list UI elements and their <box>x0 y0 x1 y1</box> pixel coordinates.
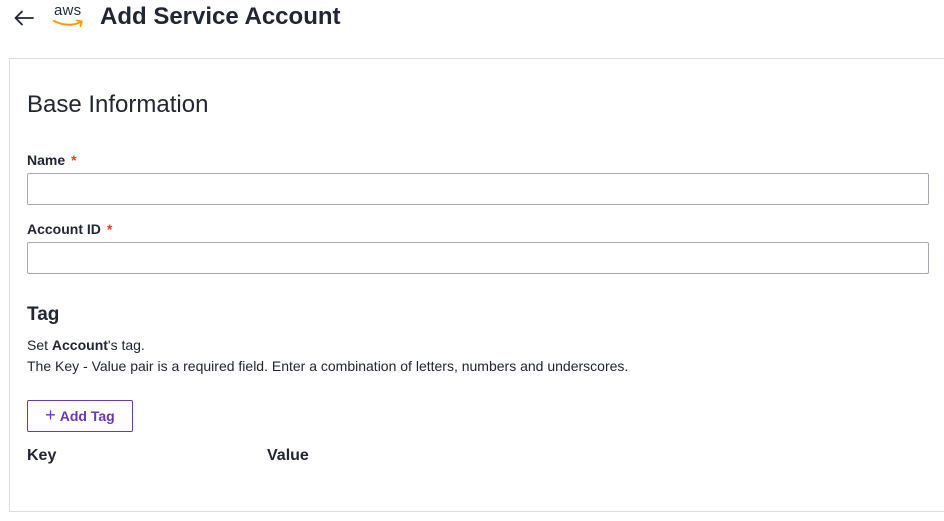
tag-desc-suffix: 's tag. <box>107 337 145 353</box>
account-id-label-text: Account ID <box>27 221 101 237</box>
account-id-input[interactable] <box>27 242 929 274</box>
section-title-base-information: Base Information <box>27 91 209 118</box>
required-mark: * <box>106 221 113 237</box>
aws-logo-text: aws <box>54 2 82 19</box>
name-label: Name * <box>27 152 77 168</box>
tag-description-line1: Set Account's tag. <box>27 337 145 353</box>
name-input[interactable] <box>27 173 929 205</box>
tag-column-key: Key <box>27 447 57 464</box>
add-tag-label: Add Tag <box>59 408 115 424</box>
page-title: Add Service Account <box>100 3 341 30</box>
page-header: aws Add Service Account <box>0 0 944 40</box>
tag-description-line2: The Key - Value pair is a required field… <box>27 358 629 374</box>
tag-column-value: Value <box>267 447 309 464</box>
tag-desc-prefix: Set <box>27 337 52 353</box>
name-label-text: Name <box>27 152 66 168</box>
account-id-label: Account ID * <box>27 221 112 237</box>
aws-smile-icon <box>53 19 83 27</box>
tag-desc-bold: Account <box>51 337 108 353</box>
aws-logo: aws <box>52 2 88 31</box>
tag-section-title: Tag <box>27 304 60 325</box>
back-arrow-icon[interactable] <box>10 4 38 32</box>
add-tag-button[interactable]: + Add Tag <box>27 400 133 432</box>
required-mark: * <box>71 152 77 168</box>
plus-icon: + <box>45 405 56 425</box>
service-account-form: Base Information Name * Account ID * Tag S… <box>9 58 944 512</box>
